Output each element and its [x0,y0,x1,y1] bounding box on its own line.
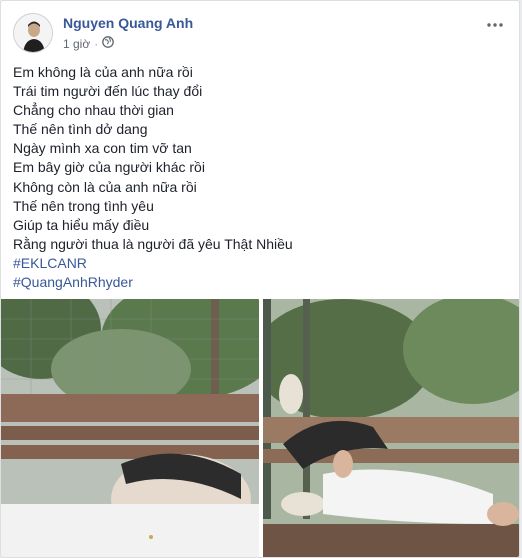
author-name[interactable]: Nguyen Quang Anh [63,15,193,31]
photo-left[interactable] [1,299,259,557]
post-line: Không còn là của anh nữa rồi [13,178,197,195]
avatar[interactable] [13,13,53,53]
more-options-icon[interactable] [483,13,507,33]
photo-right[interactable] [263,299,519,557]
avatar-image [14,14,52,52]
globe-icon[interactable] [102,36,115,51]
post-line: Chẳng cho nhau thời gian [13,102,174,119]
hashtag-quanganhrhyder[interactable]: #QuangAnhRhyder [13,273,509,292]
post-header: Nguyen Quang Anh 1 giờ · [13,11,507,55]
hashtag-eklcanr[interactable]: #EKLCANR [13,254,509,273]
post-line: Trái tim người đến lúc thay đổi [13,83,203,100]
post-card: Nguyen Quang Anh 1 giờ · Em không là của… [0,0,520,558]
post-line: Giúp ta hiểu mấy điều [13,216,150,233]
photo-grid [1,299,519,557]
post-time[interactable]: 1 giờ [63,37,90,51]
post-line: Em bây giờ của người khác rồi [13,159,205,176]
meta-separator: · [94,36,99,51]
post-line: Thế nên tình dở dang [13,121,148,138]
post-line: Thế nên trong tình yêu [13,197,154,214]
post-meta: 1 giờ · [63,36,115,51]
post-line: Ngày mình xa con tim vỡ tan [13,140,192,157]
post-line: Rằng người thua là người đã yêu Thật Nhi… [13,235,293,252]
post-line: Em không là của anh nữa rồi [13,64,193,80]
post-text: Em không là của anh nữa rồi Trái tim ngư… [13,63,509,292]
